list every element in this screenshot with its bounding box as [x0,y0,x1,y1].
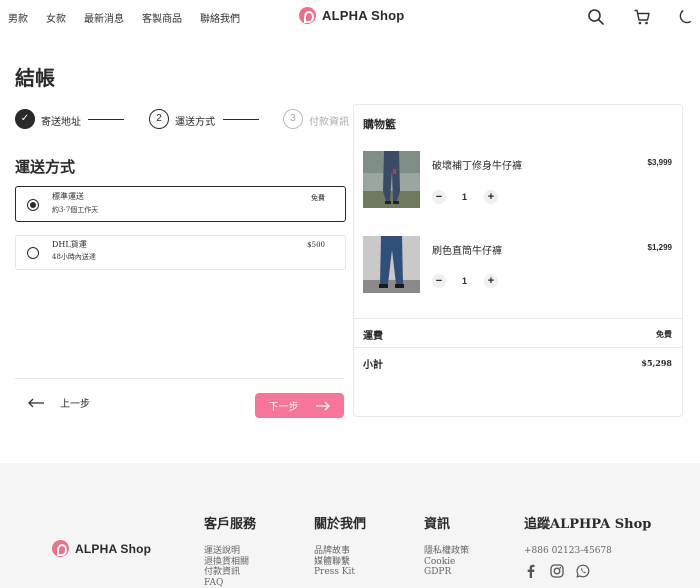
footer-col-service: 客戶服務 運送說明 退換貨相關 付款資訊 FAQ [204,513,256,588]
main-nav: 男款 女款 最新消息 客製商品 聯絡我們 [8,10,258,25]
whatsapp-icon[interactable] [576,564,590,578]
cart-title: 購物籃 [363,118,396,131]
next-step-label: 下一步 [268,402,299,413]
logo-icon [52,540,69,557]
decrease-qty-button-1[interactable]: − [432,190,446,204]
step-2-number: 2 [149,109,169,129]
footer-col-title: 關於我們 [314,517,367,532]
shipping-fee-value: 免費 [656,329,672,339]
footer-link[interactable]: 品牌故事 [314,546,366,557]
option-name: 標準運送 [52,192,84,201]
option-name: DHL貨運 [52,240,87,249]
site-header: 男款 女款 最新消息 客製商品 聯絡我們 ALPHA Shop [0,0,700,34]
page-title: 結帳 [15,66,55,90]
subtotal-value: $5,298 [641,358,672,368]
nav-women[interactable]: 女款 [46,10,66,25]
product-price-2: $1,299 [647,243,672,252]
step-1-done-icon: ✓ [15,109,35,129]
site-footer: ALPHA Shop 客戶服務 運送說明 退換貨相關 付款資訊 FAQ 關於我們… [0,463,700,588]
footer-link[interactable]: FAQ [204,578,256,588]
footer-link[interactable]: 付款資訊 [204,567,256,578]
nav-custom[interactable]: 客製商品 [142,10,182,25]
product-name-1: 破壞補丁修身牛仔褲 [432,161,522,172]
nav-men[interactable]: 男款 [8,10,28,25]
step-1-label: 寄送地址 [41,117,81,128]
step-2-label: 運送方式 [175,117,215,128]
footer-col-follow: 追蹤ALPHPA Shop +886 02123-45678 [524,513,651,578]
shipping-option-dhl[interactable]: DHL貨運 48小時內送達 $500 [15,235,346,270]
decrease-qty-button-2[interactable]: − [432,274,446,288]
cart-panel: 購物籃 破壞補丁修身牛仔褲 $3,999 − 1 + 刷色直筒牛仔褲 $1,29… [353,104,683,417]
subtotal-label: 小計 [363,360,383,371]
product-qty-1: 1 [462,192,468,202]
footer-link[interactable]: 媒體聯繫 [314,557,366,568]
logo-icon [299,7,316,24]
shipping-fee-label: 運費 [363,331,383,342]
footer-logo[interactable]: ALPHA Shop [52,540,151,557]
form-divider [15,378,344,379]
radio-standard[interactable] [27,199,39,211]
moon-icon[interactable] [677,8,695,26]
footer-col-about: 關於我們 品牌故事 媒體聯繫 Press Kit [314,513,366,578]
instagram-icon[interactable] [550,563,564,578]
footer-phone: +886 02123-45678 [524,546,612,556]
footer-link[interactable]: Cookie [424,557,469,568]
step-3-label: 付款資訊 [309,117,349,128]
option-desc: 48小時內送達 [52,253,96,261]
footer-col-info: 資訊 隱私權政策 Cookie GDPR [424,513,469,578]
footer-link[interactable]: 隱私權政策 [424,546,469,557]
nav-news[interactable]: 最新消息 [84,10,124,25]
product-qty-2: 1 [462,276,468,286]
radio-dhl[interactable] [27,247,39,259]
arrow-right-icon [315,401,330,410]
product-image-1 [363,151,420,208]
social-links [524,563,651,578]
site-logo[interactable]: ALPHA Shop [299,7,404,24]
step-connector-1 [88,119,124,120]
footer-link[interactable]: Press Kit [314,567,366,578]
increase-qty-button-2[interactable]: + [484,274,498,288]
search-icon[interactable] [587,8,605,26]
prev-step-button[interactable]: 上一步 [28,395,90,410]
footer-col-title: 客戶服務 [204,517,257,532]
product-price-1: $3,999 [647,158,672,167]
cart-divider [354,318,682,319]
nav-contact[interactable]: 聯絡我們 [200,10,240,25]
logo-text: ALPHA Shop [322,8,405,23]
cart-icon[interactable] [633,8,651,26]
prev-step-label: 上一步 [60,399,90,410]
footer-link[interactable]: GDPR [424,567,469,578]
footer-logo-text: ALPHA Shop [75,541,152,556]
checkout-stepper: ✓ 寄送地址 2 運送方式 3 付款資訊 [15,109,355,131]
step-3-number: 3 [283,109,303,129]
shipping-option-standard[interactable]: 標準運送 約3-7個工作天 免費 [15,186,346,222]
shipping-section-title: 運送方式 [15,158,76,176]
option-price: 免費 [311,194,325,202]
option-desc: 約3-7個工作天 [52,206,99,214]
next-step-button[interactable]: 下一步 [255,393,344,418]
product-image-2 [363,236,420,293]
footer-col-title: 追蹤ALPHPA Shop [524,517,652,532]
increase-qty-button-1[interactable]: + [484,190,498,204]
arrow-left-icon [28,398,44,407]
footer-col-title: 資訊 [424,517,451,532]
option-price: $500 [307,241,325,249]
cart-divider [354,347,682,348]
facebook-icon[interactable] [524,564,538,578]
step-connector-2 [223,119,259,120]
product-name-2: 刷色直筒牛仔褲 [432,246,502,257]
footer-link[interactable]: 運送說明 [204,546,256,557]
footer-link[interactable]: 退換貨相關 [204,557,256,568]
